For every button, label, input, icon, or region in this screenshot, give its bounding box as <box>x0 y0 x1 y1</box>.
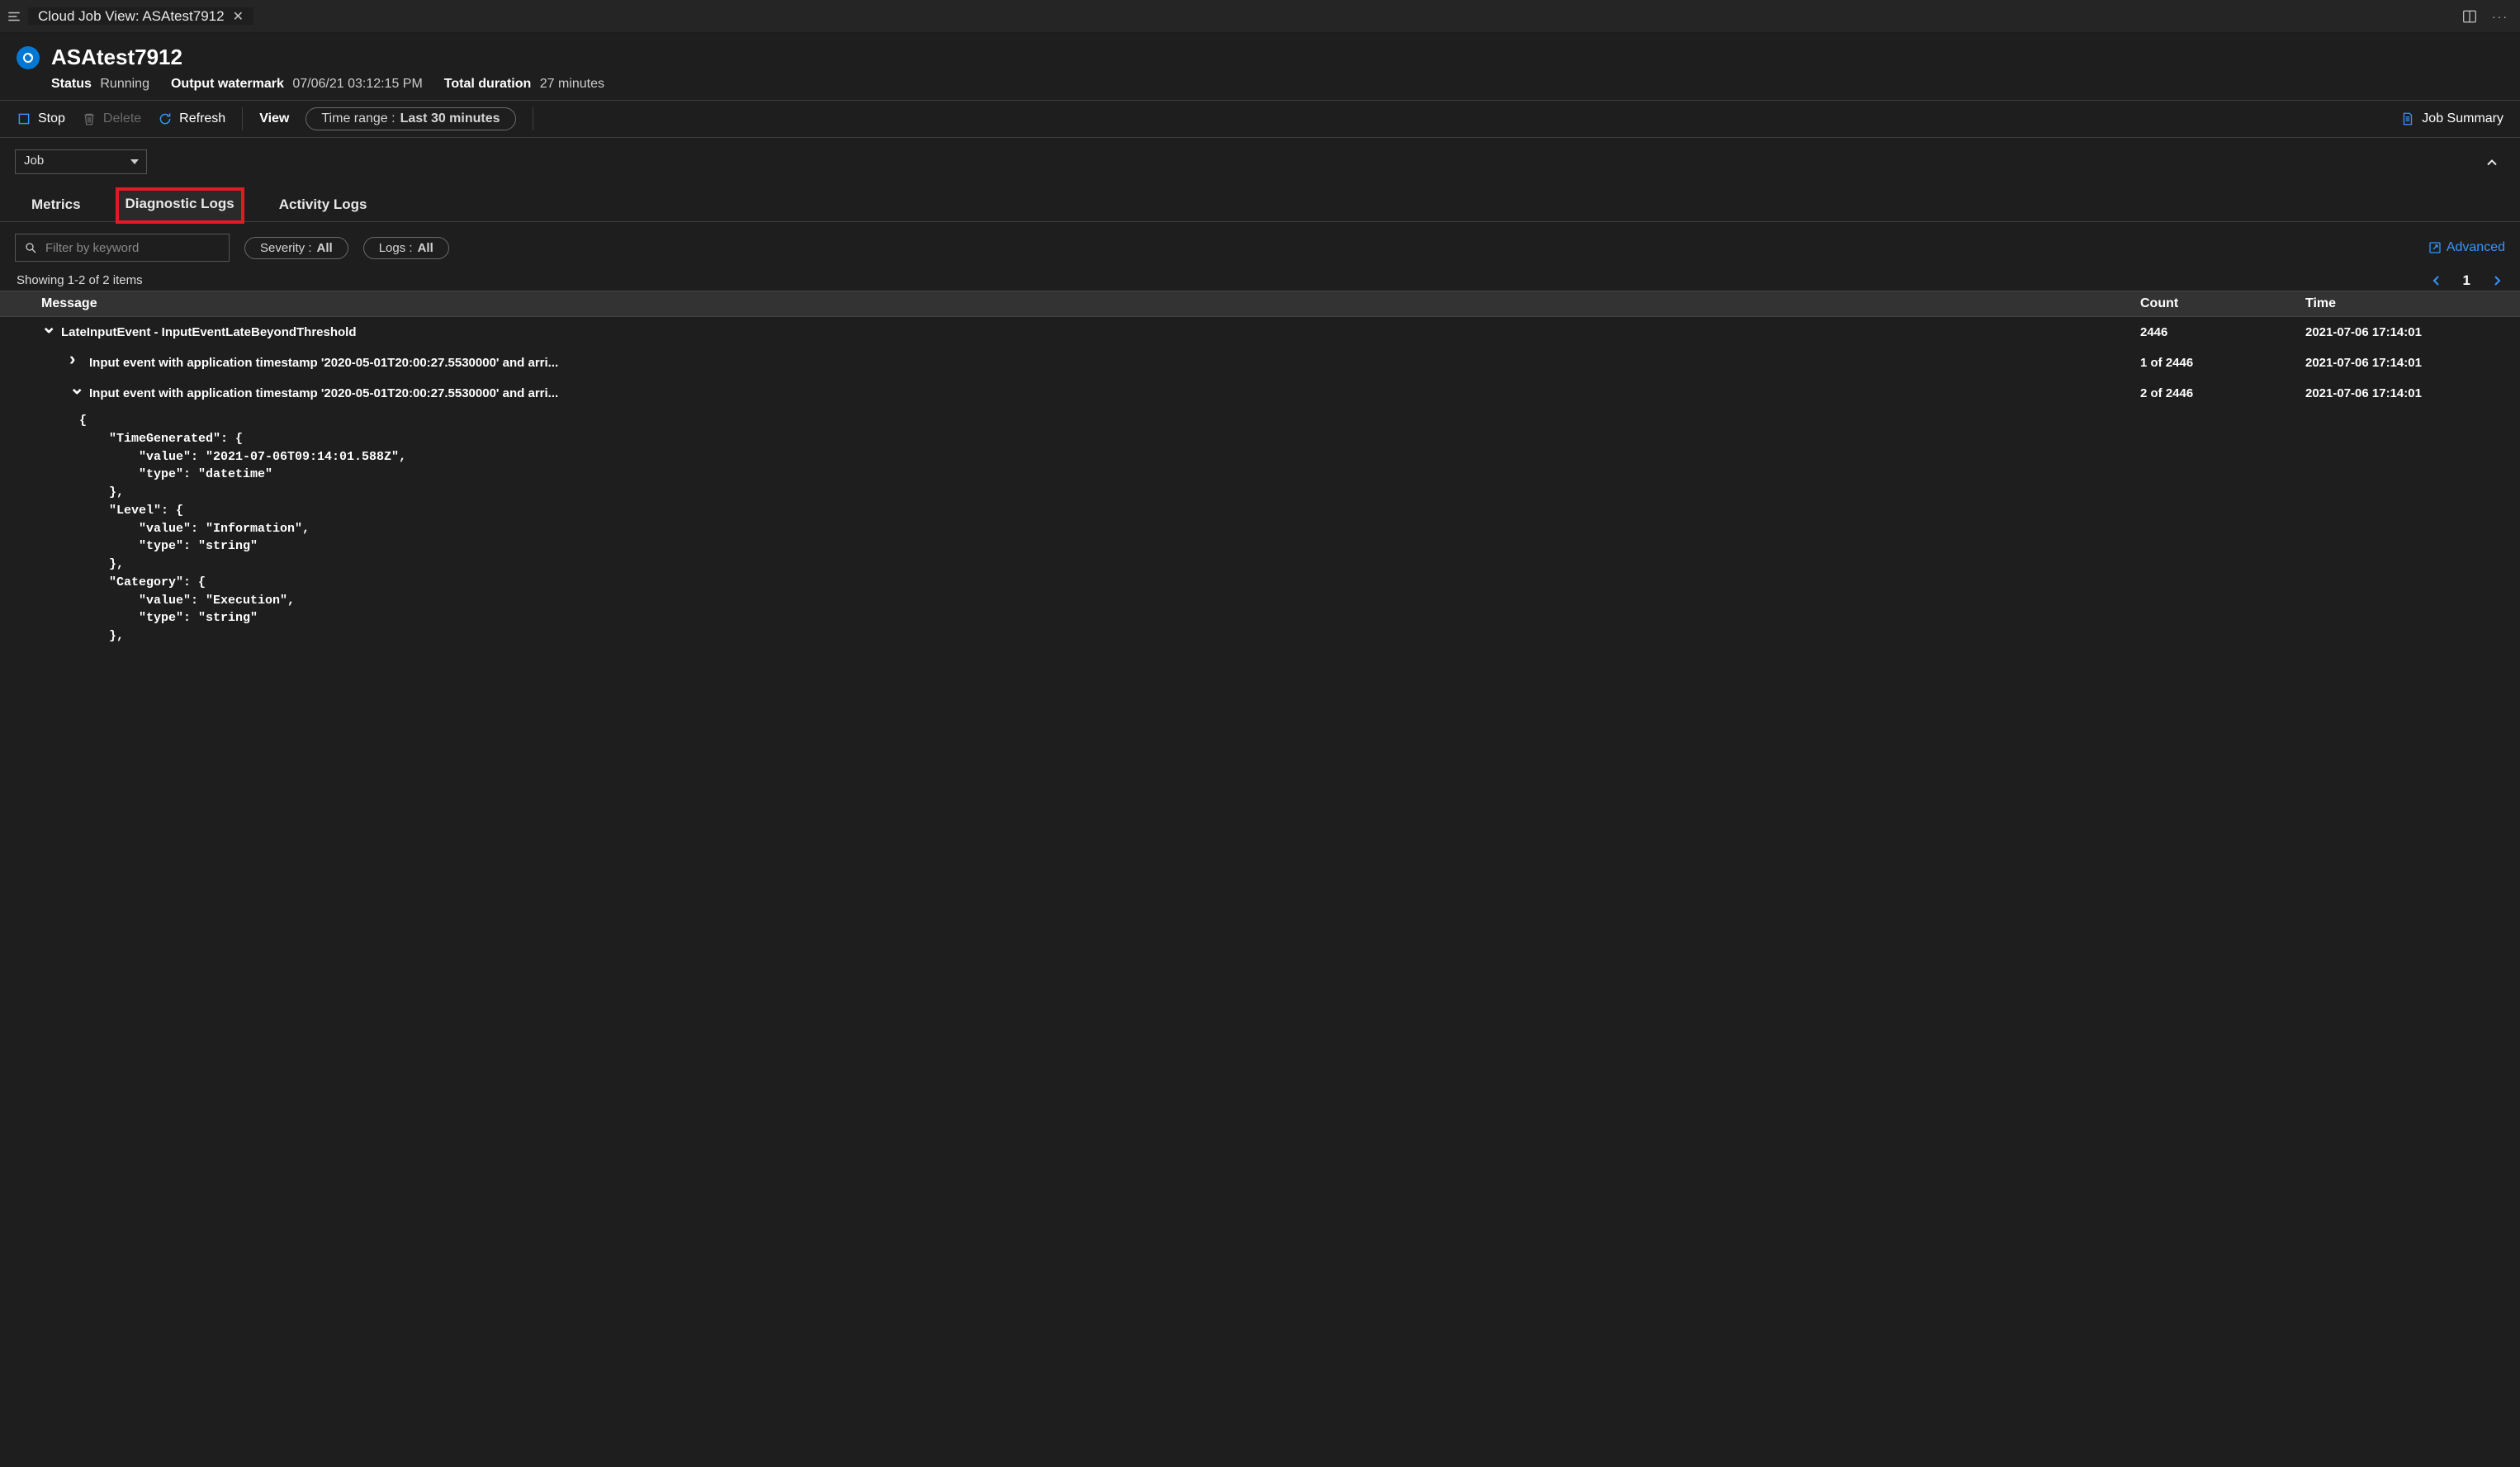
document-icon <box>2400 111 2415 126</box>
count-cell: 2446 <box>2140 325 2305 339</box>
count-cell: 2 of 2446 <box>2140 386 2305 400</box>
job-scope-select[interactable]: Job <box>15 149 147 174</box>
time-cell: 2021-07-06 17:14:01 <box>2305 325 2503 339</box>
status-value: Running <box>100 77 149 91</box>
tab-diagnostic-logs[interactable]: Diagnostic Logs <box>117 189 243 222</box>
time-cell: 2021-07-06 17:14:01 <box>2305 356 2503 370</box>
col-time: Time <box>2305 296 2503 311</box>
keyword-filter-input[interactable] <box>45 241 220 255</box>
editor-tab-title: Cloud Job View: ASAtest7912 <box>38 8 225 25</box>
log-table-header: Message Count Time <box>0 291 2520 317</box>
stop-icon <box>17 111 31 126</box>
col-count: Count <box>2140 296 2305 311</box>
pager-prev-icon[interactable] <box>2430 272 2443 289</box>
toolbar: Stop Delete Refresh View Time range : L <box>0 100 2520 138</box>
severity-filter[interactable]: Severity : All <box>244 237 348 259</box>
duration-value: 27 minutes <box>540 77 604 91</box>
message-cell: Input event with application timestamp '… <box>89 386 558 400</box>
job-summary-button[interactable]: Job Summary <box>2400 111 2503 126</box>
duration-label: Total duration <box>444 77 531 91</box>
refresh-icon <box>158 111 173 126</box>
delete-icon <box>82 111 97 126</box>
keyword-filter[interactable] <box>15 234 230 262</box>
editor-tab-bar: Cloud Job View: ASAtest7912 ✕ ··· <box>0 0 2520 33</box>
log-row[interactable]: Input event with application timestamp '… <box>0 378 2520 409</box>
view-button[interactable]: View <box>259 111 289 126</box>
pager-page: 1 <box>2463 272 2470 289</box>
pager: 1 <box>2430 272 2503 289</box>
tab-activity-logs[interactable]: Activity Logs <box>276 192 371 221</box>
editor-tab[interactable]: Cloud Job View: ASAtest7912 ✕ <box>28 7 253 25</box>
view-tabs: Metrics Diagnostic Logs Activity Logs <box>0 174 2520 222</box>
time-cell: 2021-07-06 17:14:01 <box>2305 386 2503 400</box>
logs-filter[interactable]: Logs : All <box>363 237 449 259</box>
tab-metrics[interactable]: Metrics <box>28 192 84 221</box>
job-header: ASAtest7912 Status Running Output waterm… <box>0 33 2520 100</box>
log-row[interactable]: LateInputEvent - InputEventLateBeyondThr… <box>0 317 2520 348</box>
refresh-button[interactable]: Refresh <box>158 111 225 126</box>
log-detail-json: { "TimeGenerated": { "value": "2021-07-0… <box>0 409 2520 662</box>
count-cell: 1 of 2446 <box>2140 356 2305 370</box>
results-summary-row: Showing 1-2 of 2 items 1 <box>0 267 2520 291</box>
close-tab-icon[interactable]: ✕ <box>233 8 244 25</box>
menu-icon[interactable] <box>7 9 21 24</box>
time-range-selector[interactable]: Time range : Last 30 minutes <box>306 107 515 130</box>
filter-row: Severity : All Logs : All Advanced <box>0 222 2520 267</box>
external-link-icon <box>2428 241 2442 254</box>
expand-icon[interactable] <box>69 356 81 370</box>
service-badge-icon <box>17 46 40 69</box>
pager-next-icon[interactable] <box>2490 272 2503 289</box>
toolbar-separator <box>242 107 243 130</box>
delete-button: Delete <box>82 111 141 126</box>
search-icon <box>24 241 37 254</box>
log-row[interactable]: Input event with application timestamp '… <box>0 348 2520 378</box>
scope-row: Job <box>0 138 2520 174</box>
expand-icon[interactable] <box>69 386 81 400</box>
job-title: ASAtest7912 <box>51 45 182 70</box>
results-count: Showing 1-2 of 2 items <box>17 273 143 287</box>
advanced-link[interactable]: Advanced <box>2428 240 2505 255</box>
message-cell: Input event with application timestamp '… <box>89 356 558 370</box>
watermark-value: 07/06/21 03:12:15 PM <box>292 77 422 91</box>
status-label: Status <box>51 77 92 91</box>
expand-icon[interactable] <box>41 325 53 339</box>
more-actions-icon[interactable]: ··· <box>2492 10 2508 23</box>
col-message: Message <box>17 296 2140 311</box>
stop-button[interactable]: Stop <box>17 111 65 126</box>
split-editor-icon[interactable] <box>2462 9 2477 24</box>
log-table: Message Count Time LateInputEvent - Inpu… <box>0 291 2520 662</box>
collapse-panel-icon[interactable] <box>2484 153 2505 170</box>
watermark-label: Output watermark <box>171 77 284 91</box>
message-cell: LateInputEvent - InputEventLateBeyondThr… <box>61 325 357 339</box>
